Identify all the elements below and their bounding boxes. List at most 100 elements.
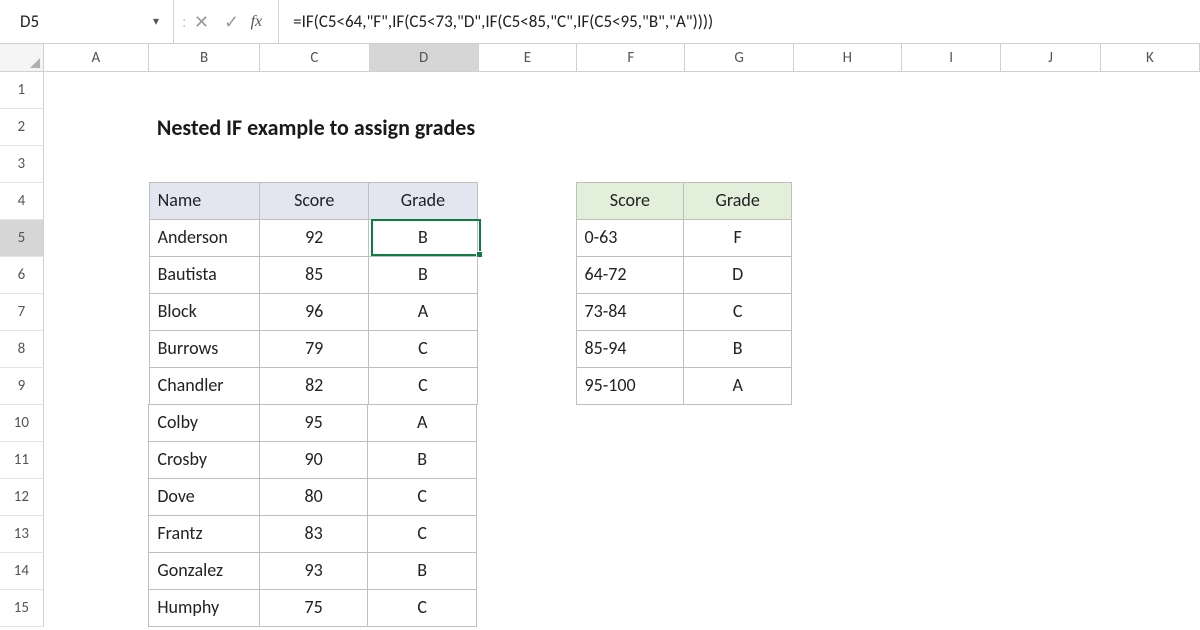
table-row-name[interactable]: Anderson [149, 219, 261, 257]
cell-K10[interactable] [1100, 405, 1200, 442]
cell-G12[interactable] [684, 479, 793, 516]
cell-J9[interactable] [1001, 368, 1101, 405]
header-score[interactable]: Score [259, 182, 369, 220]
cell-G11[interactable] [684, 442, 793, 479]
col-header-H[interactable]: H [794, 44, 902, 71]
cell-F13[interactable] [576, 516, 685, 553]
accept-icon[interactable]: ✓ [217, 0, 247, 44]
cell-A9[interactable] [44, 368, 150, 405]
table-row-score[interactable]: 93 [259, 552, 369, 590]
cell-A4[interactable] [44, 183, 150, 220]
cell-E15[interactable] [477, 590, 576, 627]
cell-E3[interactable] [479, 146, 577, 183]
cell-K3[interactable] [1101, 146, 1200, 183]
table-row-grade[interactable]: B [367, 441, 477, 479]
cell-E10[interactable] [477, 405, 576, 442]
table-row-name[interactable]: Gonzalez [148, 552, 260, 590]
table-row-score[interactable]: 83 [259, 515, 369, 553]
lookup-row-range[interactable]: 73-84 [576, 293, 685, 331]
lookup-row-grade[interactable]: F [683, 219, 792, 257]
cell-I10[interactable] [901, 405, 1001, 442]
cell-H12[interactable] [793, 479, 902, 516]
cell-K14[interactable] [1100, 553, 1200, 590]
table-row-score[interactable]: 80 [259, 478, 369, 516]
cell-A10[interactable] [44, 405, 150, 442]
table-row-grade[interactable]: C [367, 478, 477, 516]
table-row-name[interactable]: Chandler [149, 367, 261, 405]
table-row-score[interactable]: 90 [259, 441, 369, 479]
table-row-name[interactable]: Frantz [148, 515, 260, 553]
lookup-row-range[interactable]: 85-94 [576, 330, 685, 368]
cell-H11[interactable] [793, 442, 902, 479]
header-grade[interactable]: Grade [368, 182, 478, 220]
lookup-row-grade[interactable]: C [683, 293, 792, 331]
cell-I11[interactable] [901, 442, 1001, 479]
cell-H4[interactable] [792, 183, 901, 220]
cell-E1[interactable] [479, 72, 577, 109]
row-header-13[interactable]: 13 [0, 516, 44, 553]
row-header-1[interactable]: 1 [0, 72, 44, 109]
col-header-G[interactable]: G [685, 44, 793, 71]
cell-H6[interactable] [792, 257, 901, 294]
cell-D1[interactable] [369, 72, 478, 109]
cell-E6[interactable] [478, 257, 577, 294]
header-name[interactable]: Name [149, 182, 261, 220]
cell-A5[interactable] [44, 220, 150, 257]
cell-G1[interactable] [685, 72, 793, 109]
cell-E4[interactable] [478, 183, 577, 220]
cell-J12[interactable] [1001, 479, 1101, 516]
cell-E12[interactable] [477, 479, 576, 516]
table-row-name[interactable]: Crosby [148, 441, 260, 479]
name-box[interactable]: D5 [14, 9, 139, 34]
table-row-score[interactable]: 75 [259, 589, 369, 627]
table-row-grade[interactable]: B [368, 256, 478, 294]
table-row-name[interactable]: Block [149, 293, 261, 331]
cell-J4[interactable] [1001, 183, 1101, 220]
cell-I8[interactable] [901, 331, 1001, 368]
lookup-row-range[interactable]: 64-72 [576, 256, 685, 294]
cell-H7[interactable] [792, 294, 901, 331]
cell-K8[interactable] [1100, 331, 1200, 368]
cell-H2[interactable] [794, 109, 902, 146]
cell-A13[interactable] [44, 516, 150, 553]
cell-J15[interactable] [1001, 590, 1101, 627]
col-header-J[interactable]: J [1001, 44, 1100, 71]
table-row-score[interactable]: 79 [259, 330, 369, 368]
cell-A8[interactable] [44, 331, 150, 368]
cell-I6[interactable] [901, 257, 1001, 294]
lookup-row-range[interactable]: 0-63 [576, 219, 685, 257]
cell-K7[interactable] [1100, 294, 1200, 331]
row-header-4[interactable]: 4 [0, 183, 44, 220]
table-row-name[interactable]: Dove [148, 478, 260, 516]
cell-K12[interactable] [1100, 479, 1200, 516]
cell-F12[interactable] [576, 479, 685, 516]
lookup-header-grade[interactable]: Grade [683, 182, 792, 220]
cell-K6[interactable] [1100, 257, 1200, 294]
cell-I4[interactable] [901, 183, 1001, 220]
cell-K9[interactable] [1100, 368, 1200, 405]
cell-I12[interactable] [901, 479, 1001, 516]
table-row-score[interactable]: 95 [259, 404, 369, 442]
cell-F1[interactable] [577, 72, 685, 109]
col-header-A[interactable]: A [44, 44, 149, 71]
cell-I15[interactable] [901, 590, 1001, 627]
cell-F15[interactable] [576, 590, 685, 627]
row-header-15[interactable]: 15 [0, 590, 44, 627]
cell-F2[interactable] [578, 109, 686, 146]
cell-H15[interactable] [793, 590, 902, 627]
cell-J6[interactable] [1001, 257, 1101, 294]
table-row-grade[interactable]: A [368, 293, 478, 331]
table-row-name[interactable]: Burrows [149, 330, 261, 368]
formula-input[interactable]: =IF(C5<64,"F",IF(C5<73,"D",IF(C5<85,"C",… [279, 0, 1200, 43]
col-header-D[interactable]: D [370, 44, 479, 71]
cell-A3[interactable] [44, 146, 149, 183]
cell-E14[interactable] [477, 553, 576, 590]
cell-E9[interactable] [478, 368, 577, 405]
cell-E5[interactable] [478, 220, 577, 257]
cell-I7[interactable] [901, 294, 1001, 331]
cell-G10[interactable] [684, 405, 793, 442]
cell-A1[interactable] [44, 72, 149, 109]
cell-K13[interactable] [1100, 516, 1200, 553]
cell-K1[interactable] [1101, 72, 1200, 109]
cell-E13[interactable] [477, 516, 576, 553]
